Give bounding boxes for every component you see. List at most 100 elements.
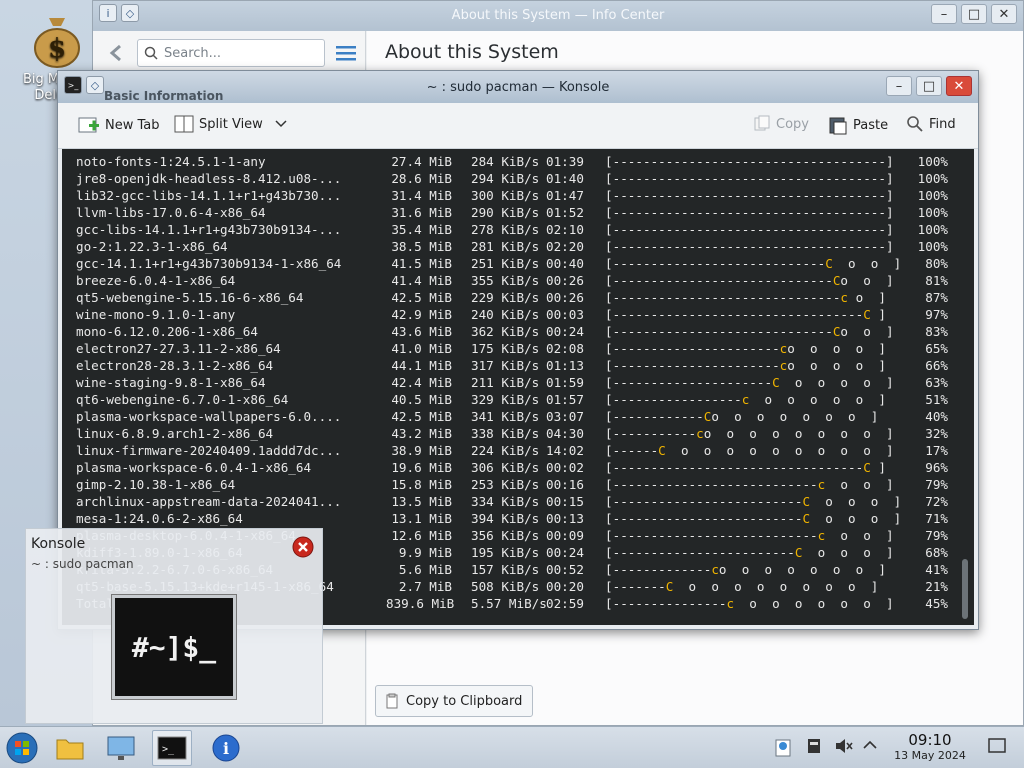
terminal-size: 43.6 MiB	[391, 324, 452, 339]
new-tab-button[interactable]: New Tab	[78, 115, 160, 135]
volume-muted-icon[interactable]	[834, 737, 854, 759]
terminal-speed: 294 KiB/s	[471, 171, 540, 186]
terminal-time: 00:03	[546, 307, 584, 322]
terminal-pct: 100%	[917, 205, 948, 220]
terminal-scrollbar[interactable]	[962, 559, 968, 619]
terminal-name: plasma-workspace-wallpapers-6.0....	[76, 409, 342, 424]
clock-time: 09:10	[908, 731, 952, 749]
folder-icon	[56, 739, 84, 760]
close-button[interactable]: ✕	[991, 4, 1017, 24]
search-input[interactable]: Search...	[137, 39, 325, 67]
terminal-speed: 356 KiB/s	[471, 528, 540, 543]
terminal-pct: 100%	[917, 188, 948, 203]
terminal-size: 42.5 MiB	[391, 290, 452, 305]
copy-to-clipboard-button[interactable]: Copy to Clipboard	[375, 685, 534, 717]
terminal-time: 02:59	[546, 596, 584, 611]
terminal-bar: [---------------------C o o o o ]	[605, 375, 894, 390]
terminal-size: 43.2 MiB	[391, 426, 452, 441]
svg-text:>_: >_	[162, 744, 175, 755]
terminal-bar: [------------------------------------]	[605, 239, 894, 254]
hamburger-menu-icon[interactable]	[335, 44, 357, 66]
terminal-size: 9.9 MiB	[398, 545, 452, 560]
clipboard-icon	[386, 693, 398, 709]
terminal-bar: [---------------------------c o o ]	[605, 528, 894, 543]
terminal-pct: 72%	[925, 494, 948, 509]
find-button[interactable]: Find	[906, 115, 956, 133]
terminal-pct: 45%	[925, 596, 948, 611]
terminal-time: 01:57	[546, 392, 584, 407]
terminal-line: qt5-webengine-5.15.16-6-x86_64 42.5 MiB 22…	[76, 289, 966, 306]
terminal-line: mono-6.12.0.206-1-x86_64 43.6 MiB 362 KiB/…	[76, 323, 966, 340]
terminal-speed: 341 KiB/s	[471, 409, 540, 424]
terminal-bar: [------------------------------------]	[605, 205, 894, 220]
terminal-size: 41.0 MiB	[391, 341, 452, 356]
close-icon[interactable]	[292, 536, 314, 562]
close-button[interactable]: ✕	[946, 76, 972, 96]
notification-body: ~ : sudo pacman	[31, 557, 134, 571]
terminal-size: 839.6 MiB	[386, 596, 455, 611]
search-placeholder: Search...	[164, 45, 222, 61]
terminal-time: 00:09	[546, 528, 584, 543]
terminal-time: 03:07	[546, 409, 584, 424]
terminal-time: 00:13	[546, 511, 584, 526]
split-view-icon	[174, 115, 194, 133]
terminal-speed: 290 KiB/s	[471, 205, 540, 220]
terminal-line: linux-6.8.9.arch1-2-x86_64 43.2 MiB 338 Ki…	[76, 425, 966, 442]
taskbar-konsole[interactable]: >_	[152, 730, 192, 766]
copy-button[interactable]: Copy	[753, 115, 809, 133]
terminal-time: 00:15	[546, 494, 584, 509]
terminal-pct: 87%	[925, 290, 948, 305]
minimize-button[interactable]: –	[886, 76, 912, 96]
konsole-titlebar[interactable]: >_ ◇ Basic Information ~ : sudo pacman —…	[58, 71, 978, 103]
info-icon: i	[212, 734, 240, 762]
search-icon	[144, 46, 158, 60]
terminal-size: 42.4 MiB	[391, 375, 452, 390]
terminal-pct: 71%	[925, 511, 948, 526]
taskbar-file-manager[interactable]	[50, 730, 90, 766]
clipboard-tray-icon[interactable]	[774, 737, 792, 761]
terminal-bar: [-------------------------C o o o ]	[605, 494, 902, 509]
terminal-speed: 229 KiB/s	[471, 290, 540, 305]
maximize-button[interactable]: □	[961, 4, 987, 24]
show-desktop-icon[interactable]	[988, 738, 1006, 758]
terminal-line: llvm-libs-17.0.6-4-x86_64 31.6 MiB 290 KiB…	[76, 204, 966, 221]
terminal-speed: 224 KiB/s	[471, 443, 540, 458]
terminal-size: 12.6 MiB	[391, 528, 452, 543]
terminal-pct: 100%	[917, 171, 948, 186]
terminal-size: 31.4 MiB	[391, 188, 452, 203]
device-tray-icon[interactable]	[806, 737, 822, 759]
terminal-bar: [------------------------C o o o ]	[605, 545, 894, 560]
back-arrow-icon[interactable]	[107, 43, 127, 67]
konsole-notification[interactable]: Konsole ~ : sudo pacman #~]$_	[25, 528, 323, 724]
info-center-titlebar[interactable]: i ◇ About this System — Info Center – □ …	[93, 1, 1023, 31]
copy-to-clipboard-label: Copy to Clipboard	[406, 693, 523, 709]
taskbar-system-settings[interactable]	[102, 730, 142, 766]
terminal-pct: 100%	[917, 239, 948, 254]
money-bag-icon: $	[34, 18, 80, 68]
terminal-speed: 362 KiB/s	[471, 324, 540, 339]
terminal-pct: 68%	[925, 545, 948, 560]
terminal-size: 44.1 MiB	[391, 358, 452, 373]
clock[interactable]: 09:10 13 May 2024	[880, 731, 980, 762]
split-view-button[interactable]: Split View	[174, 115, 288, 133]
start-orb-button[interactable]	[2, 730, 42, 766]
paste-label: Paste	[853, 117, 889, 133]
terminal-bar: [---------------------------------C ]	[605, 307, 886, 322]
terminal-size: 38.9 MiB	[391, 443, 452, 458]
terminal-thumbnail: #~]$_	[111, 594, 237, 700]
terminal-time: 00:24	[546, 324, 584, 339]
maximize-button[interactable]: □	[916, 76, 942, 96]
terminal-pct: 17%	[925, 443, 948, 458]
terminal-pct: 21%	[925, 579, 948, 594]
terminal-line: jre8-openjdk-headless-8.412.u08-... 28.6 …	[76, 170, 966, 187]
terminal-size: 13.1 MiB	[391, 511, 452, 526]
tray-expand-icon[interactable]	[862, 739, 878, 755]
terminal-speed: 317 KiB/s	[471, 358, 540, 373]
terminal-name: go-2:1.22.3-1-x86_64	[76, 239, 228, 254]
terminal-speed: 334 KiB/s	[471, 494, 540, 509]
taskbar-info-center[interactable]: i	[206, 730, 246, 766]
minimize-button[interactable]: –	[931, 4, 957, 24]
terminal-size: 31.6 MiB	[391, 205, 452, 220]
paste-button[interactable]: Paste	[828, 115, 888, 135]
terminal-pct: 100%	[917, 154, 948, 169]
